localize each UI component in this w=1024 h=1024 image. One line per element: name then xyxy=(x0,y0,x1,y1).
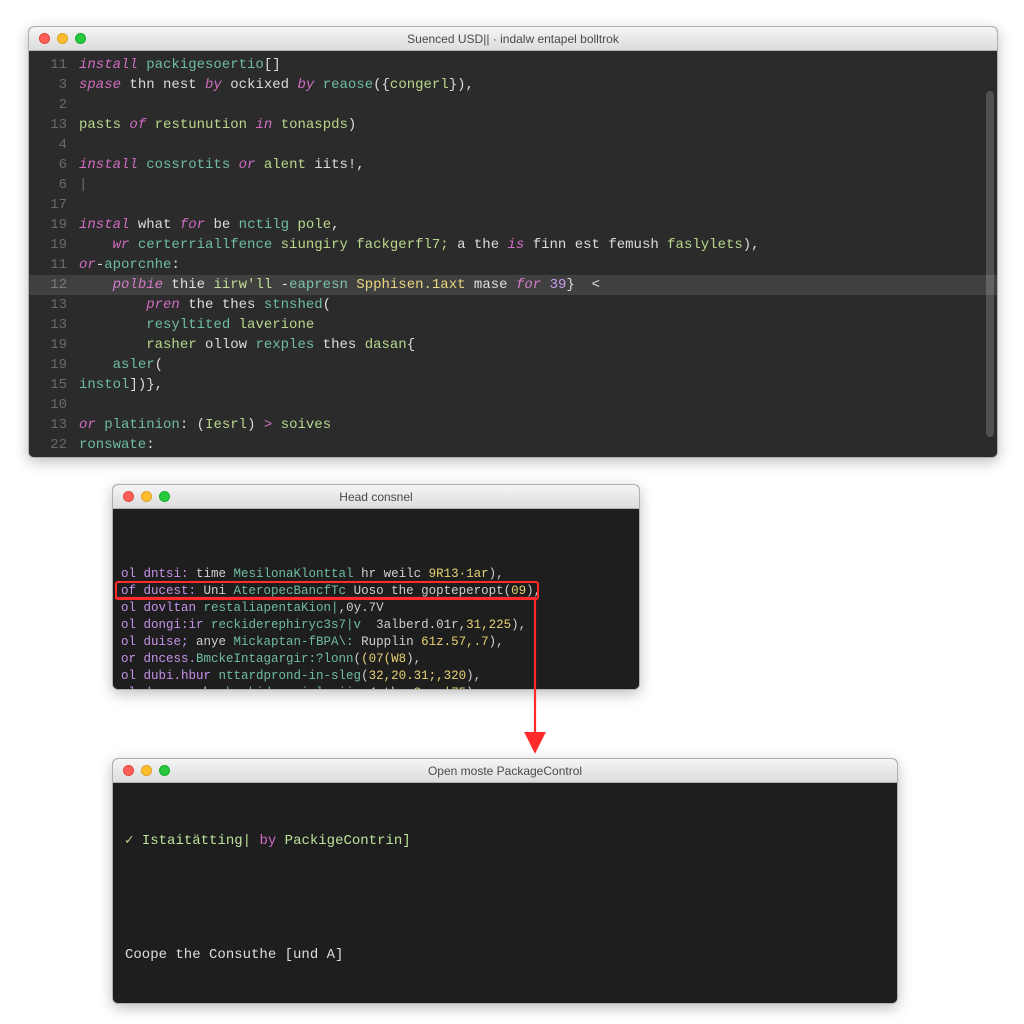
console-body[interactable]: ol dntsi: time MesilonaKlonttal hr weilc… xyxy=(113,509,639,689)
terminal-titlebar: Open moste PackageControl xyxy=(113,759,897,783)
console-line: ol dongi:ir reckiderephiryc3s7|v 3alberd… xyxy=(121,617,629,634)
code-line[interactable]: wr certerriallfence siungiry fackgerfl7;… xyxy=(79,235,991,255)
close-icon[interactable] xyxy=(123,491,134,502)
zoom-icon[interactable] xyxy=(159,765,170,776)
code-line[interactable]: or-aporcnhe: xyxy=(79,255,991,275)
line-number: 23 xyxy=(29,455,67,458)
line-number: 19 xyxy=(29,215,67,235)
console-line: or dncess.BmckeIntagargir:?lonn((07(W8), xyxy=(121,651,629,668)
line-number: 6 xyxy=(29,155,67,175)
console-title: Head consnel xyxy=(113,490,639,504)
line-number: 6 xyxy=(29,175,67,195)
line-number: 11 xyxy=(29,255,67,275)
code-line[interactable]: instol])}, xyxy=(79,375,991,395)
line-number: 13 xyxy=(29,295,67,315)
line-number: 19 xyxy=(29,335,67,355)
terminal-title: Open moste PackageControl xyxy=(113,764,897,778)
code-line[interactable] xyxy=(79,95,991,115)
close-icon[interactable] xyxy=(39,33,50,44)
line-number: 17 xyxy=(29,195,67,215)
terminal-heading-package: PackigeContrin] xyxy=(285,833,411,849)
line-number: 3 xyxy=(29,75,67,95)
code-line[interactable]: install cossrotits or alent iits!, xyxy=(79,155,991,175)
editor-body[interactable]: 113213466171919111213131919151013222328 … xyxy=(29,51,997,457)
console-window[interactable]: Head consnel ol dntsi: time MesilonaKlon… xyxy=(112,484,640,690)
line-number: 11 xyxy=(29,55,67,75)
line-number-gutter: 113213466171919111213131919151013222328 xyxy=(29,51,77,457)
code-line[interactable]: resyltited laverione xyxy=(79,315,991,335)
traffic-lights[interactable] xyxy=(113,491,170,502)
code-line[interactable]: asler( xyxy=(79,355,991,375)
line-number: 12 xyxy=(29,275,67,295)
console-line: ol dncss: phy backidperrinlesiie 4sth,sS… xyxy=(121,685,629,690)
code-line[interactable]: rasher ollow rexples thes dasan{ xyxy=(79,335,991,355)
code-line[interactable]: pasts of restunution in tonaspds) xyxy=(79,115,991,135)
editor-scrollbar[interactable] xyxy=(986,91,994,437)
console-line: ol dovltan restaliapentaKion|,0y.7V xyxy=(121,600,629,617)
editor-titlebar: Suenced USD|| · indalw entapel bolltrok xyxy=(29,27,997,51)
code-line[interactable]: instal what for be nctilg pole, xyxy=(79,215,991,235)
line-number: 4 xyxy=(29,135,67,155)
check-icon: ✓ xyxy=(125,833,142,849)
close-icon[interactable] xyxy=(123,765,134,776)
terminal-line: Coope the Consuthe [und A] xyxy=(125,945,885,965)
terminal-window[interactable]: Open moste PackageControl ✓ Istaitätting… xyxy=(112,758,898,1004)
line-number: 13 xyxy=(29,115,67,135)
code-line[interactable]: ronswate: xyxy=(79,435,991,455)
line-number: 13 xyxy=(29,415,67,435)
code-line[interactable]: install packigesoertio[] xyxy=(79,55,991,75)
traffic-lights[interactable] xyxy=(113,765,170,776)
terminal-heading-by: by xyxy=(251,833,285,849)
line-number: 19 xyxy=(29,355,67,375)
line-number: 22 xyxy=(29,435,67,455)
terminal-heading: ✓ Istaitätting| by PackigeContrin] xyxy=(125,831,885,851)
line-number: 19 xyxy=(29,235,67,255)
editor-title: Suenced USD|| · indalw entapel bolltrok xyxy=(29,32,997,46)
code-area[interactable]: install packigesoertio[]spase thn nest b… xyxy=(77,51,997,457)
terminal-body[interactable]: ✓ Istaitätting| by PackigeContrin] Coope… xyxy=(113,783,897,1003)
zoom-icon[interactable] xyxy=(75,33,86,44)
code-line[interactable]: polbie thie iirw'll -eapresn Spphisen.1a… xyxy=(79,275,991,295)
code-line[interactable] xyxy=(79,395,991,415)
code-line[interactable] xyxy=(79,135,991,155)
terminal-heading-verb: Istaitätting| xyxy=(142,833,251,849)
minimize-icon[interactable] xyxy=(141,765,152,776)
minimize-icon[interactable] xyxy=(141,491,152,502)
console-line: ol dntsi: time MesilonaKlonttal hr weilc… xyxy=(121,566,629,583)
code-line[interactable] xyxy=(79,455,991,458)
code-line[interactable]: spase thn nest by ockixed by reaose({con… xyxy=(79,75,991,95)
traffic-lights[interactable] xyxy=(29,33,86,44)
line-number: 10 xyxy=(29,395,67,415)
line-number: 13 xyxy=(29,315,67,335)
line-number: 2 xyxy=(29,95,67,115)
line-number: 15 xyxy=(29,375,67,395)
console-line: ol dubi.hbur nttardprond-in-sleg(32,20.3… xyxy=(121,668,629,685)
code-line[interactable]: pren the thes stnshed( xyxy=(79,295,991,315)
code-line[interactable]: or platinion: (Iesrl) > soives xyxy=(79,415,991,435)
editor-window[interactable]: Suenced USD|| · indalw entapel bolltrok … xyxy=(28,26,998,458)
console-line: ol duise; anye Mickaptan-fBPA\: Rupplin … xyxy=(121,634,629,651)
zoom-icon[interactable] xyxy=(159,491,170,502)
code-line[interactable]: | xyxy=(79,175,991,195)
code-line[interactable] xyxy=(79,195,991,215)
minimize-icon[interactable] xyxy=(57,33,68,44)
console-titlebar: Head consnel xyxy=(113,485,639,509)
console-line: of ducest: Uni AteropecBancfTc Uoso the … xyxy=(121,583,629,600)
